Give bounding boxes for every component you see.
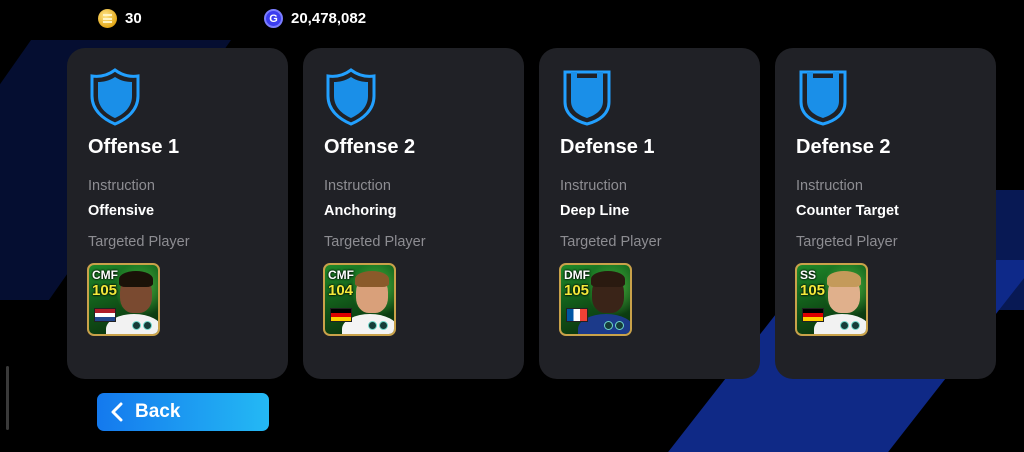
chevron-left-icon	[111, 402, 123, 422]
instruction-value: Anchoring	[324, 203, 397, 219]
netherlands-flag-icon	[94, 308, 116, 322]
gp-icon: G	[264, 9, 283, 28]
instruction-value: Offensive	[88, 203, 155, 219]
card-title: Defense 1	[560, 136, 655, 158]
germany-flag-icon	[330, 308, 352, 322]
card-title: Defense 2	[796, 136, 891, 158]
defense-shield-icon	[799, 70, 847, 126]
instruction-card-offense-1[interactable]: Offense 1 Instruction Offensive Targeted…	[67, 48, 288, 379]
gp-counter: G 20,478,082	[264, 9, 366, 28]
card-title: Offense 1	[88, 136, 180, 158]
player-rating: 105	[564, 282, 590, 299]
targeted-player-label: Targeted Player	[88, 234, 190, 250]
player-rating: 104	[328, 282, 354, 299]
germany-flag-icon	[802, 308, 824, 322]
offense-shield-icon	[90, 68, 140, 126]
skill-icon	[604, 321, 613, 330]
instruction-label: Instruction	[324, 178, 391, 194]
skill-icon	[368, 321, 377, 330]
player-position: SS	[800, 268, 817, 282]
skill-icon	[615, 321, 624, 330]
targeted-player-label: Targeted Player	[560, 234, 662, 250]
player-card[interactable]: CMF 104	[323, 263, 396, 336]
scroll-indicator	[6, 366, 9, 430]
offense-shield-icon	[326, 68, 376, 126]
back-button-label: Back	[135, 401, 181, 422]
player-position: CMF	[328, 268, 354, 282]
france-flag-icon	[566, 308, 588, 322]
skill-icon	[143, 321, 152, 330]
card-title: Offense 2	[324, 136, 416, 158]
back-button[interactable]: Back	[97, 393, 269, 431]
skill-icon	[851, 321, 860, 330]
defense-shield-icon	[563, 70, 611, 126]
coin-icon	[98, 9, 117, 28]
instruction-card-defense-2[interactable]: Defense 2 Instruction Counter Target Tar…	[775, 48, 996, 379]
instruction-card-offense-2[interactable]: Offense 2 Instruction Anchoring Targeted…	[303, 48, 524, 379]
targeted-player-label: Targeted Player	[796, 234, 898, 250]
player-card[interactable]: DMF 105	[559, 263, 632, 336]
instruction-label: Instruction	[560, 178, 627, 194]
skill-icon	[840, 321, 849, 330]
skill-icon	[132, 321, 141, 330]
coins-value: 30	[125, 10, 142, 27]
instruction-label: Instruction	[796, 178, 863, 194]
instruction-card-defense-1[interactable]: Defense 1 Instruction Deep Line Targeted…	[539, 48, 760, 379]
instruction-label: Instruction	[88, 178, 155, 194]
targeted-player-label: Targeted Player	[324, 234, 426, 250]
gp-value: 20,478,082	[291, 10, 367, 27]
skill-icon	[379, 321, 388, 330]
player-position: CMF	[92, 268, 118, 282]
player-card[interactable]: SS 105	[795, 263, 868, 336]
instruction-value: Counter Target	[796, 203, 899, 219]
player-rating: 105	[800, 282, 826, 299]
player-rating: 105	[92, 282, 118, 299]
instruction-value: Deep Line	[560, 203, 630, 219]
player-card[interactable]: CMF 105	[87, 263, 160, 336]
player-position: DMF	[564, 268, 590, 282]
coins-counter: 30	[98, 9, 142, 28]
